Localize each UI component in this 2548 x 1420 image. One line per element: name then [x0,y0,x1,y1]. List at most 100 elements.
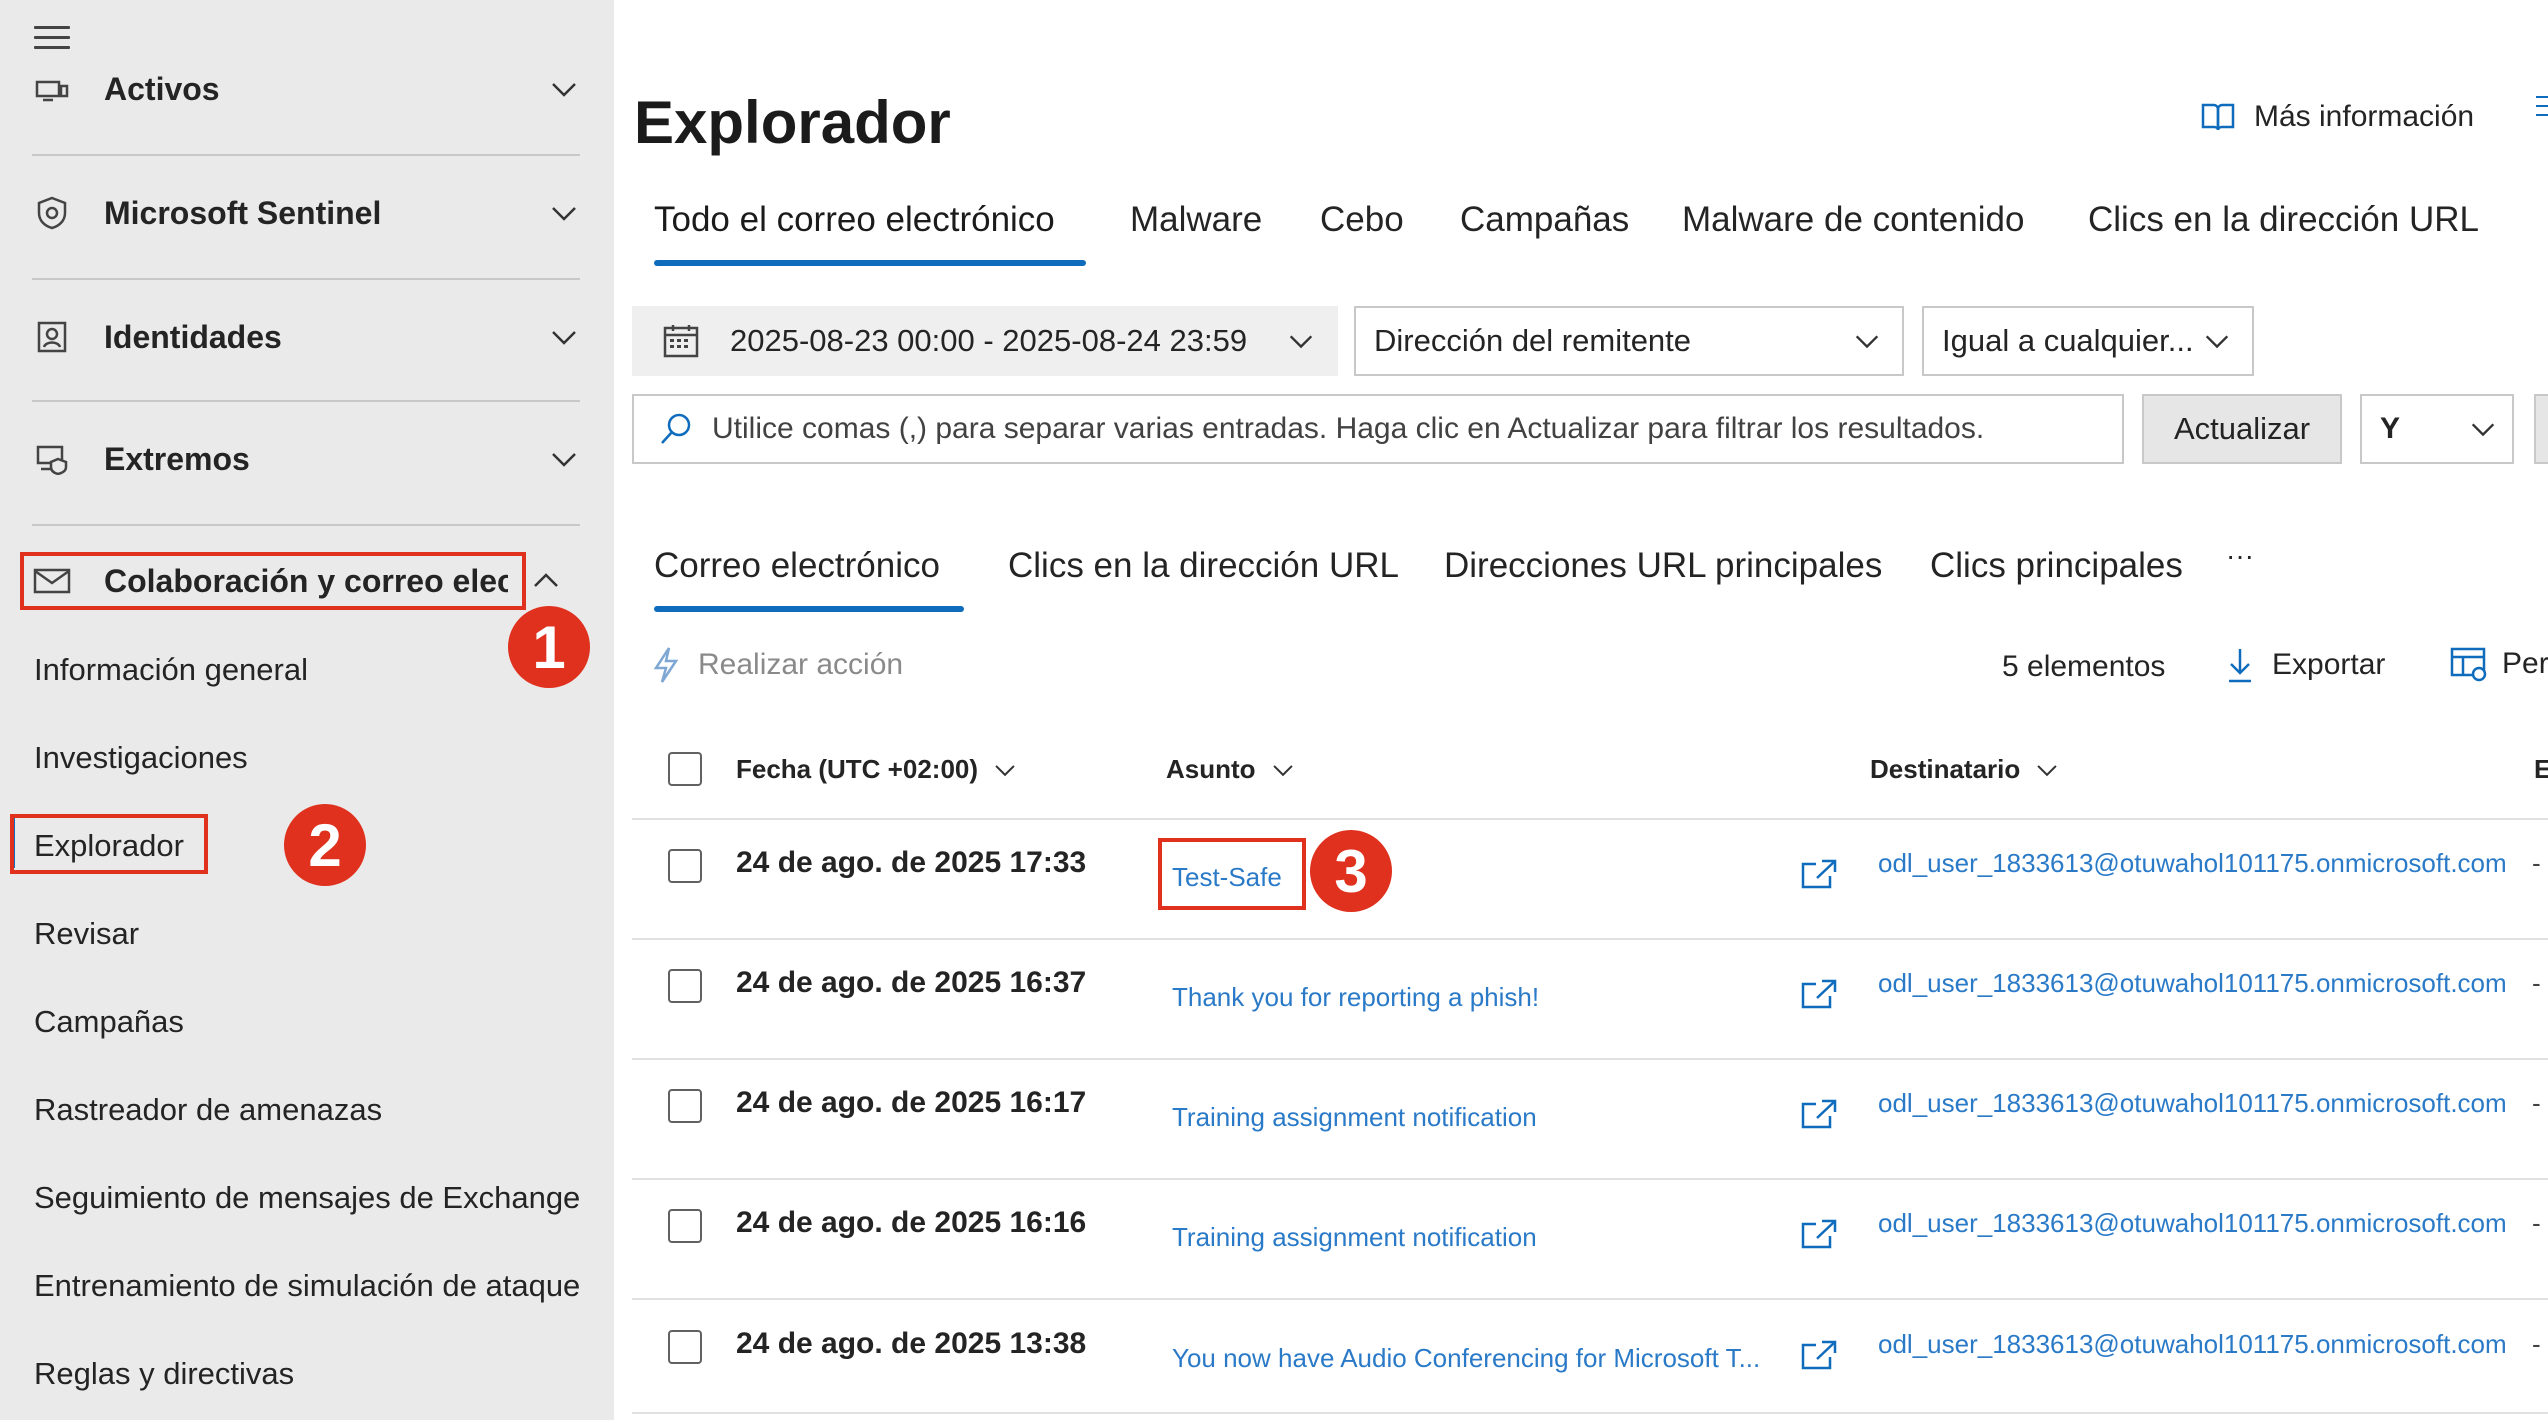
take-action-label: Realizar acción [698,648,904,681]
cell-subject-link[interactable]: You now have Audio Conferencing for Micr… [1172,1343,1760,1374]
chevron-down-icon [2471,423,2495,437]
callout-box-2 [10,814,208,874]
more-info-label: Más información [2254,100,2475,133]
column-header-asunto[interactable]: Asunto [1166,754,1296,785]
item-count: 5 elementos [2002,650,2166,683]
tab-cebo[interactable]: Cebo [1320,200,1404,240]
row-checkbox[interactable] [668,1330,702,1364]
cell-subject-link[interactable]: Training assignment notification [1172,1102,1537,1133]
tab-malware-contenido[interactable]: Malware de contenido [1682,200,2024,240]
divider [32,524,580,526]
row-divider [632,1298,2548,1300]
select-all-checkbox[interactable] [668,752,702,786]
chevron-down-icon [1289,335,1313,349]
export-button[interactable]: Exportar [2226,646,2385,684]
filter-operator-select[interactable]: Igual a cualquier... [1922,306,2254,376]
clipped-button[interactable] [2534,394,2548,464]
column-header-fecha[interactable]: Fecha (UTC +02:00) [736,754,1018,785]
open-in-new-icon[interactable] [1800,1098,1838,1130]
cell-subject-link[interactable]: Thank you for reporting a phish! [1172,982,1539,1013]
row-checkbox[interactable] [668,1209,702,1243]
hamburger-menu-icon[interactable] [34,26,70,50]
book-icon [2201,103,2235,131]
sidebar-item-seguimiento-mensajes[interactable]: Seguimiento de mensajes de Exchange [34,1180,580,1216]
chevron-down-icon [1272,764,1293,776]
tab-todo-el-correo[interactable]: Todo el correo electrónico [654,200,1055,240]
sidebar-item-investigaciones[interactable]: Investigaciones [34,740,248,776]
open-in-new-icon[interactable] [1800,858,1838,890]
sidebar-item-revisar[interactable]: Revisar [34,916,139,952]
tab-correo-electronico[interactable]: Correo electrónico [654,546,940,586]
cell-recipient-link[interactable]: odl_user_1833613@otuwahol101175.onmicros… [1878,848,2507,879]
chevron-down-icon [2205,335,2229,349]
cell-recipient-link[interactable]: odl_user_1833613@otuwahol101175.onmicros… [1878,1329,2507,1360]
column-header-destinatario[interactable]: Destinatario [1870,754,2060,785]
cell-recipient-link[interactable]: odl_user_1833613@otuwahol101175.onmicros… [1878,968,2507,999]
nav-group-extremos[interactable]: Extremos [32,426,580,492]
date-range-value: 2025-08-23 00:00 - 2025-08-24 23:59 [730,323,1248,358]
tab-clics-url[interactable]: Clics en la dirección URL [2088,200,2479,240]
customize-columns-button[interactable]: Per [2450,646,2548,682]
sidebar-item-rastreador-amenazas[interactable]: Rastreador de amenazas [34,1092,382,1128]
nav-group-label: Extremos [104,440,250,477]
cell-extra: - [2532,968,2541,998]
callout-badge-1: 1 [508,606,590,688]
callout-badge-3: 3 [1310,830,1392,912]
callout-badge-2: 2 [284,804,366,886]
table-settings-icon [2450,647,2487,682]
tab-malware[interactable]: Malware [1130,200,1262,240]
open-in-new-icon[interactable] [1800,1339,1838,1371]
filter-field-value: Dirección del remitente [1374,323,1692,358]
tab-direcciones-url-principales[interactable]: Direcciones URL principales [1444,546,1882,586]
cell-date: 24 de ago. de 2025 16:37 [736,966,1087,999]
more-info-link[interactable]: Más información [2200,100,2474,134]
sidebar-item-entrenamiento-simulacion[interactable]: Entrenamiento de simulación de ataque [34,1268,580,1304]
sidebar-item-campanas[interactable]: Campañas [34,1004,184,1040]
devices-icon [32,69,72,109]
sidebar-item-informacion-general[interactable]: Información general [34,652,308,688]
divider [32,154,580,156]
filter-field-select[interactable]: Dirección del remitente [1354,306,1904,376]
row-divider [632,1058,2548,1060]
row-checkbox[interactable] [668,969,702,1003]
search-input[interactable]: Utilice comas (,) para separar varias en… [632,394,2124,464]
nav-group-microsoft-sentinel[interactable]: Microsoft Sentinel [32,180,580,246]
chevron-down-icon [552,453,576,467]
customize-columns-label: Per [2502,647,2548,680]
tab-clics-direccion-url[interactable]: Clics en la dirección URL [1008,546,1399,586]
navigation-sidebar: Activos Microsoft Sentinel Identidades E… [0,0,614,1420]
callout-box-3 [1158,838,1306,910]
date-range-picker[interactable]: 2025-08-23 00:00 - 2025-08-24 23:59 [632,306,1338,376]
nav-group-identidades[interactable]: Identidades [32,304,580,370]
identity-card-icon [32,317,72,357]
chevron-down-icon [552,207,576,221]
cell-subject-link[interactable]: Training assignment notification [1172,1222,1537,1253]
tab-clics-principales[interactable]: Clics principales [1930,546,2183,586]
cell-date: 24 de ago. de 2025 16:16 [736,1206,1087,1239]
row-checkbox[interactable] [668,849,702,883]
divider [32,278,580,280]
row-divider [632,818,2548,820]
nav-group-label: Identidades [104,318,282,355]
logic-operator-select[interactable]: Y [2360,394,2514,464]
chevron-down-icon [1855,335,1879,349]
cell-recipient-link[interactable]: odl_user_1833613@otuwahol101175.onmicros… [1878,1208,2507,1239]
update-button[interactable]: Actualizar [2142,394,2342,464]
sidebar-item-reglas-directivas[interactable]: Reglas y directivas [34,1356,294,1392]
callout-box-1 [20,552,526,610]
cell-extra: - [2532,1088,2541,1118]
open-in-new-icon[interactable] [1800,978,1838,1010]
export-label: Exportar [2272,648,2386,681]
tab-campanas[interactable]: Campañas [1460,200,1629,240]
take-action-button[interactable]: Realizar acción [652,646,903,684]
cell-date: 24 de ago. de 2025 17:33 [736,846,1087,879]
row-divider [632,938,2548,940]
open-in-new-icon[interactable] [1800,1218,1838,1250]
more-tabs-button[interactable]: ··· [2226,540,2254,572]
cell-recipient-link[interactable]: odl_user_1833613@otuwahol101175.onmicros… [1878,1088,2507,1119]
overflow-menu-icon[interactable] [2536,96,2548,122]
row-checkbox[interactable] [668,1089,702,1123]
nav-group-label: Microsoft Sentinel [104,194,382,231]
nav-group-activos[interactable]: Activos [32,56,580,122]
column-header-clipped[interactable]: E [2534,754,2548,785]
